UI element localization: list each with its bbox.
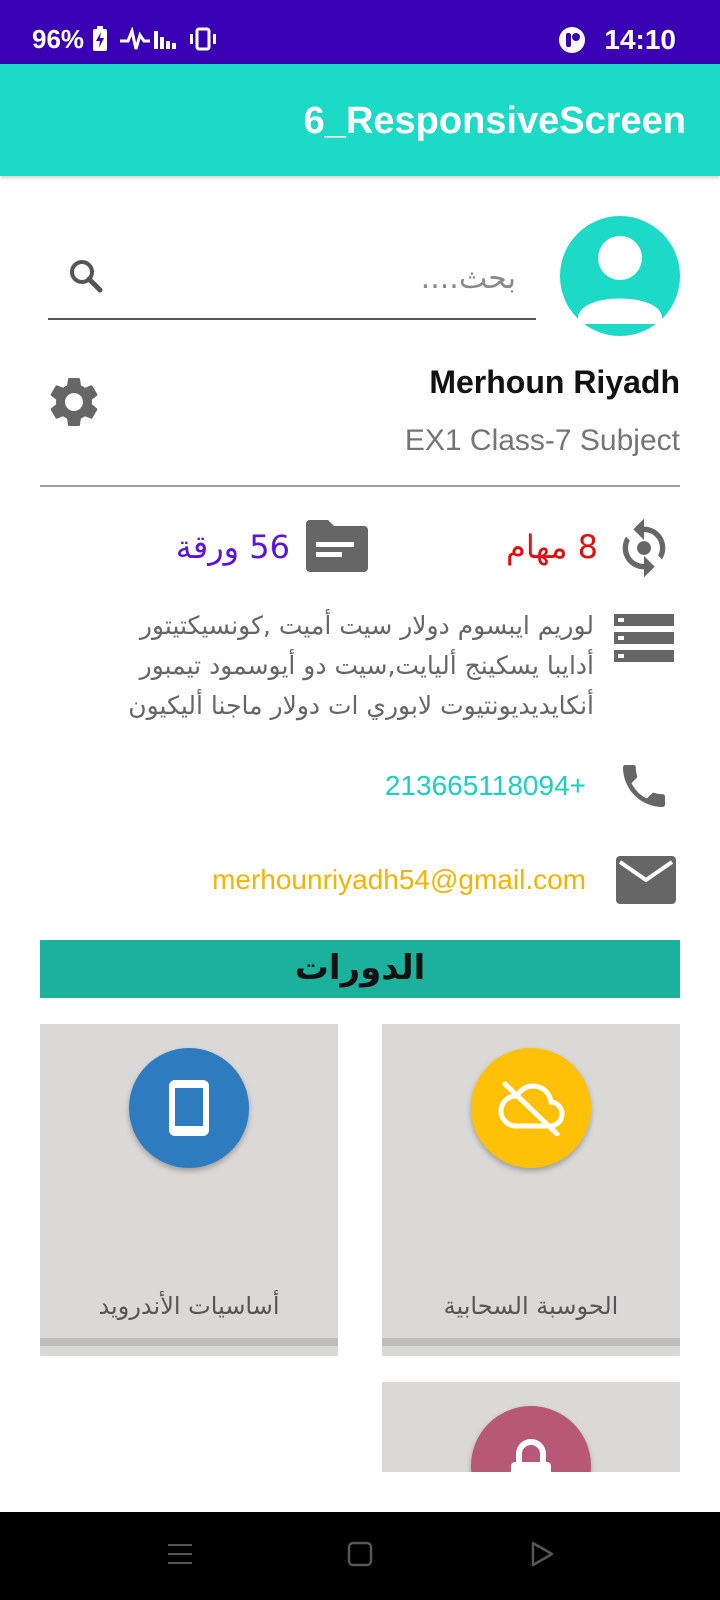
menu-icon[interactable] (166, 1540, 194, 1568)
phone-android-icon (169, 1080, 209, 1136)
navigation-bar (0, 1512, 720, 1600)
vibrate-icon (190, 27, 216, 51)
phone-number[interactable]: 213665118094+ (385, 770, 586, 802)
email-address[interactable]: merhounriyadh54@gmail.com (212, 864, 586, 896)
course-label: أساسيات الأندرويد (98, 1292, 280, 1320)
email-icon[interactable] (616, 856, 676, 904)
papers-count: 56 ورقة (175, 528, 290, 566)
divider (40, 485, 680, 487)
back-icon[interactable] (528, 1540, 556, 1568)
clock: 14:10 (604, 24, 676, 55)
course-icon-circle (129, 1048, 249, 1168)
phone-icon[interactable] (616, 758, 672, 814)
course-icon-circle (471, 1406, 591, 1472)
description-text: لوريم ايبسوم دولار سيت أميت ,كونسيكتيتور… (74, 606, 594, 726)
battery-percentage: 96% (32, 24, 85, 54)
cloud-off-icon (498, 1081, 565, 1136)
course-card-android[interactable]: أساسيات الأندرويد (40, 1024, 338, 1356)
battery-charging-icon (93, 26, 107, 51)
avatar[interactable] (560, 216, 680, 336)
course-icon-circle (471, 1048, 591, 1168)
description-line: لوريم ايبسوم دولار سيت أميت ,كونسيكتيتور (139, 611, 594, 640)
course-label: الحوسبة السحابية (443, 1292, 619, 1320)
tasks-count: 8 مهام (506, 528, 598, 566)
app-bar: 6_ResponsiveScreen (0, 64, 720, 176)
course-card-cloud[interactable]: الحوسبة السحابية (382, 1024, 680, 1356)
search-icon[interactable] (66, 256, 106, 296)
document-icon[interactable] (306, 520, 368, 572)
profile-name: Merhoun Riyadh (429, 364, 680, 400)
vpn-icon (559, 27, 585, 53)
signal-icon (120, 27, 176, 50)
settings-gear-icon[interactable] (44, 372, 104, 432)
description-line: أنكايديديونتيوت لابوري ات دولار ماجنا أل… (128, 691, 594, 720)
sync-icon[interactable] (612, 516, 676, 580)
lock-icon (511, 1439, 551, 1472)
status-bar: 96% 14:10 (0, 0, 720, 64)
profile-subtitle: EX1 Class-7 Subject (404, 424, 680, 457)
person-icon (578, 236, 662, 324)
card-bottom-bar (40, 1338, 338, 1346)
courses-header: الدورات (40, 940, 680, 998)
search-input[interactable] (128, 250, 528, 306)
course-card-security[interactable] (382, 1382, 680, 1472)
description-line: أدايبا يسكينج أليايت,سيت دو أيوسمود تيمب… (139, 651, 594, 680)
app-title: 6_ResponsiveScreen (303, 100, 686, 142)
search-box (48, 244, 536, 320)
card-bottom-bar (382, 1338, 680, 1346)
storage-list-icon (614, 614, 674, 662)
courses-title: الدورات (294, 948, 426, 988)
home-icon[interactable] (346, 1540, 374, 1568)
status-icons (92, 26, 218, 52)
